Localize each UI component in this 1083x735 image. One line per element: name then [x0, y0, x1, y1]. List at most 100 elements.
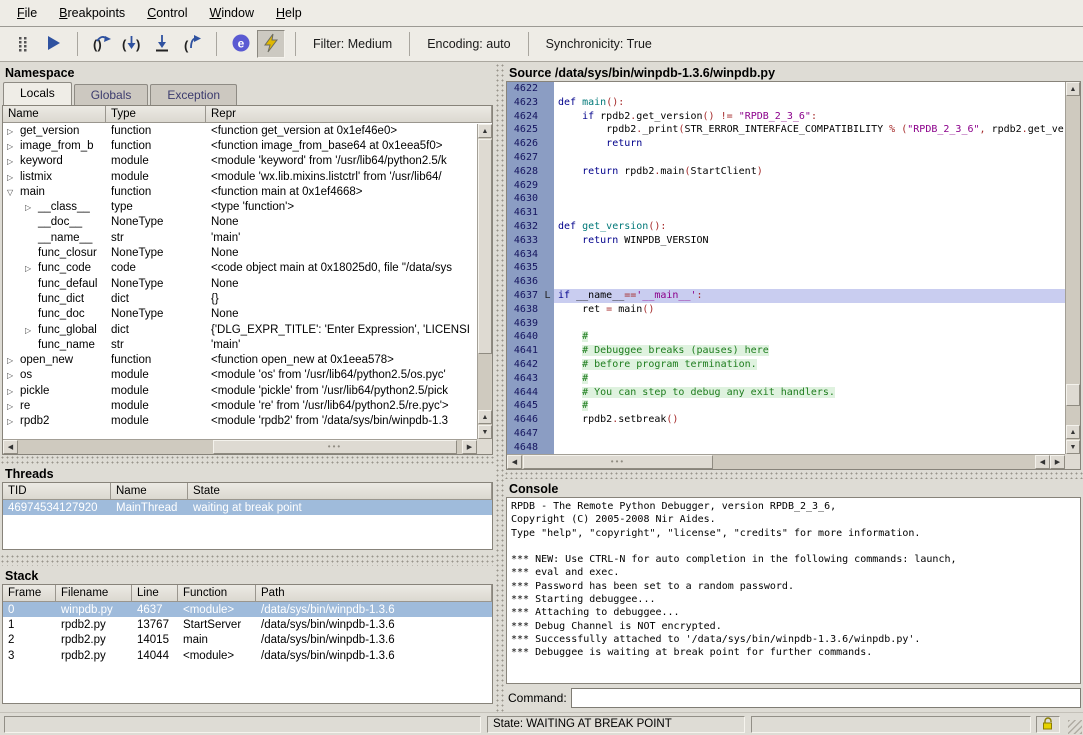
line-number[interactable]: 4642	[507, 358, 541, 372]
source-line[interactable]: 4638 ret = main()	[507, 303, 1065, 317]
tree-collapse-icon[interactable]: ▽	[7, 188, 20, 197]
source-line[interactable]: 4646 rpdb2.setbreak()	[507, 413, 1065, 427]
thread-row[interactable]: 46974534127920MainThreadwaiting at break…	[3, 500, 492, 515]
encoding-toggle-button[interactable]: e	[227, 30, 255, 58]
tree-row[interactable]: ▷func_codecode<code object main at 0x180…	[3, 261, 477, 276]
line-number[interactable]: 4627	[507, 151, 541, 165]
source-line[interactable]: 4643 #	[507, 372, 1065, 386]
tab-locals[interactable]: Locals	[3, 82, 72, 105]
line-number[interactable]: 4640	[507, 330, 541, 344]
tree-expand-icon[interactable]: ▷	[25, 326, 38, 335]
line-number[interactable]: 4635	[507, 261, 541, 275]
tree-row[interactable]: ▷osmodule<module 'os' from '/usr/lib64/p…	[3, 368, 477, 383]
line-number[interactable]: 4628	[507, 165, 541, 179]
tree-row[interactable]: func_closurNoneTypeNone	[3, 245, 477, 260]
source-hscrollbar[interactable]: ◀ ••• ◀ ▶	[507, 454, 1065, 469]
source-line[interactable]: 4648	[507, 441, 1065, 454]
scroll-up-arrow[interactable]: ▲	[478, 410, 492, 424]
tree-row[interactable]: ▷picklemodule<module 'pickle' from '/usr…	[3, 383, 477, 398]
tree-expand-icon[interactable]: ▷	[7, 127, 20, 136]
vertical-splitter-handle[interactable]	[495, 63, 504, 712]
scroll-left-arrow[interactable]: ◀	[1035, 455, 1050, 469]
tree-expand-icon[interactable]: ▷	[7, 402, 20, 411]
menu-breakpoints[interactable]: Breakpoints	[48, 1, 136, 25]
scroll-right-arrow[interactable]: ▶	[462, 440, 477, 454]
source-line[interactable]: 4625 rpdb2._print(STR_ERROR_INTERFACE_CO…	[507, 123, 1065, 137]
run-to-line-button[interactable]: (	[178, 30, 206, 58]
stack-frame-row[interactable]: 3rpdb2.py14044<module>/data/sys/bin/winp…	[3, 648, 492, 663]
tree-expand-icon[interactable]: ▷	[25, 264, 38, 273]
tree-row[interactable]: ▷remodule<module 're' from '/usr/lib64/p…	[3, 398, 477, 413]
tree-row[interactable]: func_dictdict{}	[3, 291, 477, 306]
line-number[interactable]: 4645	[507, 399, 541, 413]
source-line[interactable]: 4645 #	[507, 399, 1065, 413]
source-line[interactable]: 4644 # You can step to debug any exit ha…	[507, 386, 1065, 400]
tree-expand-icon[interactable]: ▷	[25, 203, 38, 212]
column-header-function[interactable]: Function	[178, 585, 256, 601]
menu-file[interactable]: File	[6, 1, 48, 25]
column-header-frame[interactable]: Frame	[3, 585, 56, 601]
source-line[interactable]: 4640 #	[507, 330, 1065, 344]
tab-exception[interactable]: Exception	[150, 84, 237, 105]
source-line[interactable]: 4629	[507, 179, 1065, 193]
scroll-right-arrow[interactable]: ▶	[1050, 455, 1065, 469]
line-number[interactable]: 4637	[507, 289, 541, 303]
line-number[interactable]: 4624	[507, 110, 541, 124]
tree-expand-icon[interactable]: ▷	[7, 371, 20, 380]
namespace-vscrollbar[interactable]: ▲ ▲ ▼	[477, 124, 492, 439]
tree-row[interactable]: ▷open_newfunction<function open_new at 0…	[3, 352, 477, 367]
menu-window[interactable]: Window	[199, 1, 265, 25]
tab-globals[interactable]: Globals	[74, 84, 149, 105]
splitter-handle[interactable]	[0, 455, 495, 464]
tree-row[interactable]: __name__str'main'	[3, 230, 477, 245]
tree-expand-icon[interactable]: ▷	[7, 142, 20, 151]
stack-frame-row[interactable]: 0winpdb.py4637<module>/data/sys/bin/winp…	[3, 602, 492, 617]
source-line[interactable]: 4633 return WINPDB_VERSION	[507, 234, 1065, 248]
step-over-button[interactable]: ()	[88, 30, 116, 58]
tree-expand-icon[interactable]: ▷	[7, 417, 20, 426]
tree-expand-icon[interactable]: ▷	[7, 173, 20, 182]
column-header-path[interactable]: Path	[256, 585, 492, 601]
line-number[interactable]: 4639	[507, 317, 541, 331]
line-number[interactable]: 4648	[507, 441, 541, 454]
line-number[interactable]: 4641	[507, 344, 541, 358]
line-number[interactable]: 4643	[507, 372, 541, 386]
resize-grip[interactable]	[1068, 720, 1082, 734]
source-line[interactable]: 4647	[507, 427, 1065, 441]
line-number[interactable]: 4623	[507, 96, 541, 110]
source-line[interactable]: 4627	[507, 151, 1065, 165]
source-line[interactable]: 4626 return	[507, 137, 1065, 151]
tree-expand-icon[interactable]: ▷	[7, 387, 20, 396]
source-line[interactable]: 4631	[507, 206, 1065, 220]
source-line[interactable]: 4636	[507, 275, 1065, 289]
column-header-line[interactable]: Line	[132, 585, 178, 601]
scroll-left-arrow[interactable]: ◀	[507, 455, 522, 469]
line-number[interactable]: 4638	[507, 303, 541, 317]
source-line[interactable]: 4641 # Debuggee breaks (pauses) here	[507, 344, 1065, 358]
line-number[interactable]: 4646	[507, 413, 541, 427]
tree-expand-icon[interactable]: ▷	[7, 356, 20, 365]
scrollbar-thumb[interactable]	[478, 139, 492, 354]
line-number[interactable]: 4633	[507, 234, 541, 248]
scroll-up-arrow[interactable]: ▲	[478, 124, 492, 138]
column-header-repr[interactable]: Repr	[206, 106, 492, 122]
splitter-handle[interactable]	[504, 471, 1083, 479]
tree-row[interactable]: ▷keywordmodule<module 'keyword' from '/u…	[3, 154, 477, 169]
line-number[interactable]: 4630	[507, 192, 541, 206]
namespace-hscrollbar[interactable]: ◀ ••• ▶	[3, 439, 477, 454]
line-number[interactable]: 4632	[507, 220, 541, 234]
tree-row[interactable]: ▷rpdb2module<module 'rpdb2' from '/data/…	[3, 414, 477, 429]
tree-row[interactable]: func_docNoneTypeNone	[3, 307, 477, 322]
line-number[interactable]: 4625	[507, 123, 541, 137]
line-number[interactable]: 4626	[507, 137, 541, 151]
source-line[interactable]: 4639	[507, 317, 1065, 331]
stack-frame-row[interactable]: 2rpdb2.py14015main/data/sys/bin/winpdb-1…	[3, 633, 492, 648]
line-number[interactable]: 4644	[507, 386, 541, 400]
command-input[interactable]	[571, 688, 1081, 708]
scroll-up-arrow[interactable]: ▲	[1066, 82, 1080, 96]
source-line[interactable]: 4624 if rpdb2.get_version() != "RPDB_2_3…	[507, 110, 1065, 124]
scroll-down-arrow[interactable]: ▼	[1066, 440, 1080, 454]
tree-row[interactable]: ▷get_versionfunction<function get_versio…	[3, 123, 477, 138]
source-vscrollbar[interactable]: ▲ ▲ ▼	[1065, 82, 1080, 454]
break-button[interactable]	[9, 30, 37, 58]
